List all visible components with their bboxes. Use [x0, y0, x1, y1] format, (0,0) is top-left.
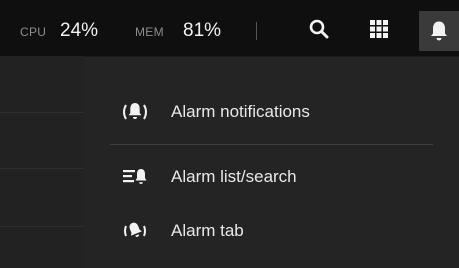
top-bar: CPU 24% MEM 81%	[0, 0, 459, 56]
cpu-label: CPU	[20, 25, 47, 39]
menu-item-alarm-tab[interactable]: Alarm tab	[84, 211, 459, 251]
divider	[0, 226, 84, 227]
menu-item-label: Alarm list/search	[171, 167, 297, 186]
divider	[0, 168, 84, 169]
cpu-value: 24%	[60, 20, 99, 41]
search-icon	[309, 19, 329, 39]
bell-tab-icon	[118, 219, 152, 243]
divider	[0, 112, 84, 113]
background-panel	[0, 56, 84, 268]
menu-item-alarm-list-search[interactable]: Alarm list/search	[84, 157, 459, 197]
search-button[interactable]	[304, 14, 334, 44]
toolbar-divider	[256, 22, 257, 40]
mem-label: MEM	[135, 25, 164, 39]
menu-item-label: Alarm notifications	[171, 102, 310, 121]
menu-item-label: Alarm tab	[171, 221, 244, 240]
apps-grid-icon	[370, 20, 388, 38]
alarm-menu: Alarm notifications Alarm list/search Al…	[84, 57, 459, 268]
menu-divider	[110, 144, 433, 145]
bell-list-icon	[118, 165, 152, 189]
alarm-button[interactable]	[419, 11, 459, 51]
mem-value: 81%	[183, 20, 222, 41]
menu-item-alarm-notifications[interactable]: Alarm notifications	[84, 92, 459, 132]
apps-button[interactable]	[364, 14, 394, 44]
bell-icon	[431, 21, 447, 41]
ringing-bell-icon	[118, 100, 152, 124]
